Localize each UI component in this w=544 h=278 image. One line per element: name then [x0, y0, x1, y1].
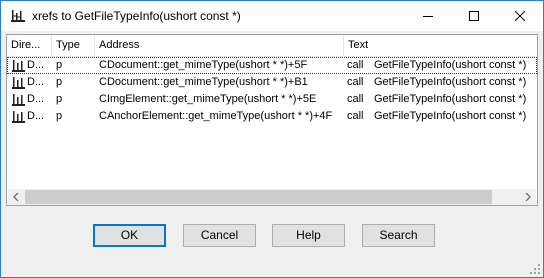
- row-type: p: [56, 110, 63, 122]
- horizontal-scrollbar[interactable]: [8, 189, 536, 205]
- scroll-left-button[interactable]: [8, 189, 24, 205]
- title-bar[interactable]: xrefs to GetFileTypeInfo(ushort const *): [1, 1, 543, 31]
- window-title: xrefs to GetFileTypeInfo(ushort const *): [32, 9, 241, 23]
- row-text-arg: GetFileTypeInfo(ushort const *): [374, 93, 527, 105]
- scroll-thumb[interactable]: [25, 190, 492, 204]
- row-text-arg: GetFileTypeInfo(ushort const *): [374, 76, 527, 88]
- table-row[interactable]: D... p CImgElement::get_mimeType(ushort …: [7, 91, 537, 108]
- xref-down-icon: [12, 94, 25, 106]
- row-text-arg: GetFileTypeInfo(ushort const *): [374, 59, 527, 71]
- row-direction: D...: [27, 93, 45, 105]
- chevron-right-icon: [525, 193, 531, 201]
- cancel-button[interactable]: Cancel: [183, 224, 256, 247]
- minimize-button[interactable]: [405, 1, 451, 31]
- row-type: p: [56, 59, 63, 71]
- column-header-address[interactable]: Address: [95, 35, 343, 56]
- row-address: CDocument::get_mimeType(ushort * *)+B1: [99, 76, 308, 88]
- row-text-op: call: [347, 76, 364, 88]
- row-address: CAnchorElement::get_mimeType(ushort * *)…: [99, 110, 333, 122]
- table-row[interactable]: D... p CAnchorElement::get_mimeType(usho…: [7, 108, 537, 125]
- maximize-icon: [469, 11, 479, 21]
- xref-list[interactable]: Dire... Type Address Text D... p CDocume…: [6, 34, 538, 206]
- xref-down-icon: [12, 77, 25, 89]
- column-header-type[interactable]: Type: [52, 35, 94, 56]
- close-icon: [515, 11, 525, 21]
- chevron-left-icon: [13, 193, 19, 201]
- scroll-right-button[interactable]: [520, 189, 536, 205]
- xref-down-icon: [12, 111, 25, 123]
- xref-icon: [11, 10, 25, 22]
- table-row[interactable]: D... p CDocument::get_mimeType(ushort * …: [7, 74, 537, 91]
- row-direction: D...: [27, 59, 45, 71]
- row-text-arg: GetFileTypeInfo(ushort const *): [374, 110, 527, 122]
- row-address: CDocument::get_mimeType(ushort * *)+5F: [99, 59, 308, 71]
- row-text-op: call: [347, 93, 364, 105]
- maximize-button[interactable]: [451, 1, 497, 31]
- row-type: p: [56, 76, 63, 88]
- column-header-text[interactable]: Text: [344, 35, 536, 56]
- row-direction: D...: [27, 110, 45, 122]
- row-address: CImgElement::get_mimeType(ushort * *)+5E: [99, 93, 317, 105]
- minimize-icon: [423, 16, 433, 17]
- row-text-op: call: [347, 110, 364, 122]
- xrefs-dialog: xrefs to GetFileTypeInfo(ushort const *)…: [0, 0, 544, 278]
- xref-down-icon: [12, 60, 25, 72]
- ok-button[interactable]: OK: [93, 224, 166, 247]
- list-header: Dire... Type Address Text: [7, 35, 537, 57]
- resize-grip-icon[interactable]: [529, 263, 541, 275]
- row-type: p: [56, 93, 63, 105]
- close-button[interactable]: [497, 1, 543, 31]
- row-text-op: call: [347, 59, 364, 71]
- table-row[interactable]: D... p CDocument::get_mimeType(ushort * …: [7, 57, 537, 74]
- help-button[interactable]: Help: [272, 224, 345, 247]
- search-button[interactable]: Search: [362, 224, 435, 247]
- column-header-direction[interactable]: Dire...: [7, 35, 51, 56]
- row-direction: D...: [27, 76, 45, 88]
